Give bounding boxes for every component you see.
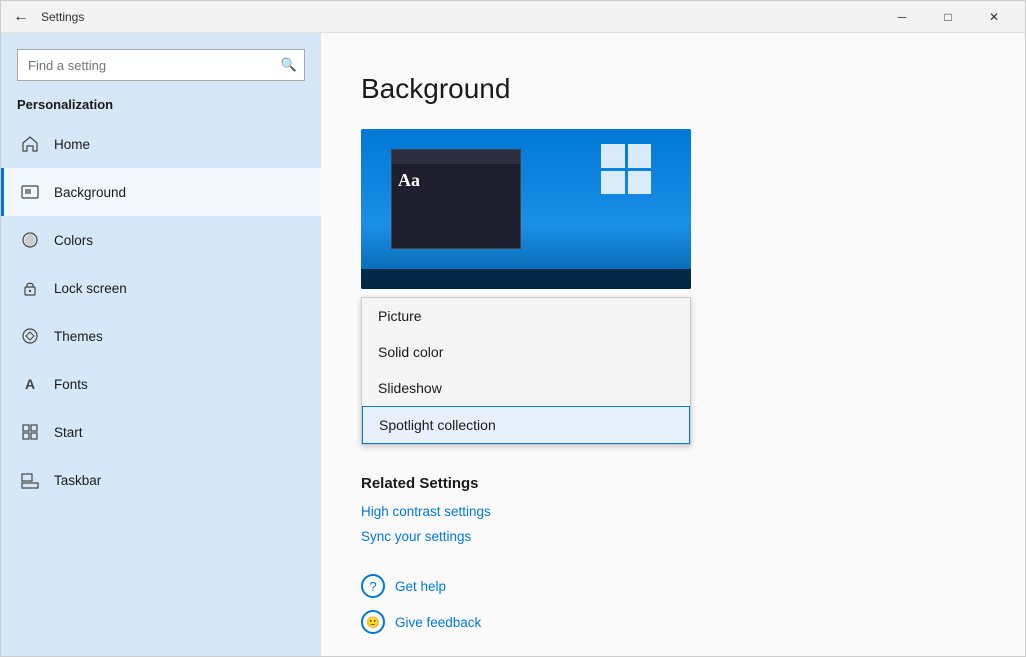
windows-logo xyxy=(601,144,651,194)
desktop-simulation: Aa xyxy=(361,129,691,289)
search-icon: 🔍 xyxy=(281,57,297,73)
sidebar-item-background[interactable]: Background xyxy=(1,168,321,216)
sidebar-item-lock-screen[interactable]: Lock screen xyxy=(1,264,321,312)
related-settings-section: Related Settings High contrast settings … xyxy=(361,475,985,544)
give-feedback-link[interactable]: Give feedback xyxy=(395,615,481,630)
get-help-item[interactable]: ? Get help xyxy=(361,574,985,598)
title-bar: ← Settings ─ □ ✕ xyxy=(1,1,1025,33)
themes-icon xyxy=(20,326,40,346)
win-quad-tr xyxy=(628,144,652,168)
dropdown-item-slideshow[interactable]: Slideshow xyxy=(362,370,690,406)
lock-screen-icon xyxy=(20,278,40,298)
related-settings-title: Related Settings xyxy=(361,475,985,492)
taskbar-icon xyxy=(20,470,40,490)
sidebar-label-home: Home xyxy=(54,137,90,152)
close-button[interactable]: ✕ xyxy=(971,1,1017,33)
home-icon xyxy=(20,134,40,154)
win-quad-bl xyxy=(601,171,625,195)
taskbar-simulation xyxy=(361,269,691,289)
sidebar-item-start[interactable]: Start xyxy=(1,408,321,456)
dropdown-item-solid-color[interactable]: Solid color xyxy=(362,334,690,370)
start-icon xyxy=(20,422,40,442)
search-container: 🔍 xyxy=(17,49,305,81)
dropdown-menu: Picture Solid color Slideshow Spotlight … xyxy=(361,297,691,445)
sidebar-item-themes[interactable]: Themes xyxy=(1,312,321,360)
dropdown-item-spotlight[interactable]: Spotlight collection xyxy=(362,406,690,444)
win-quad-tl xyxy=(601,144,625,168)
background-preview: Aa xyxy=(361,129,691,289)
settings-window: ← Settings ─ □ ✕ 🔍 Personalization Home xyxy=(0,0,1026,657)
sidebar-item-colors[interactable]: Colors xyxy=(1,216,321,264)
sidebar-label-colors: Colors xyxy=(54,233,93,248)
help-section: ? Get help 🙂 Give feedback xyxy=(361,574,985,634)
sidebar: 🔍 Personalization Home Background xyxy=(1,33,321,656)
sidebar-item-taskbar[interactable]: Taskbar xyxy=(1,456,321,504)
sidebar-label-start: Start xyxy=(54,425,83,440)
dropdown-item-picture[interactable]: Picture xyxy=(362,298,690,334)
high-contrast-link[interactable]: High contrast settings xyxy=(361,504,985,519)
get-help-icon: ? xyxy=(361,574,385,598)
back-button[interactable]: ← xyxy=(9,6,33,28)
background-type-dropdown: Picture Solid color Slideshow Spotlight … xyxy=(361,297,691,445)
sync-settings-link[interactable]: Sync your settings xyxy=(361,529,985,544)
sim-titlebar xyxy=(392,150,520,164)
sidebar-label-fonts: Fonts xyxy=(54,377,88,392)
sidebar-label-themes: Themes xyxy=(54,329,103,344)
sidebar-item-home[interactable]: Home xyxy=(1,120,321,168)
get-help-link[interactable]: Get help xyxy=(395,579,446,594)
give-feedback-icon: 🙂 xyxy=(361,610,385,634)
aa-text: Aa xyxy=(398,170,420,190)
sidebar-item-fonts[interactable]: A Fonts xyxy=(1,360,321,408)
search-input[interactable] xyxy=(17,49,305,81)
title-bar-controls: ─ □ ✕ xyxy=(879,1,1017,33)
win-quad-br xyxy=(628,171,652,195)
sidebar-label-taskbar: Taskbar xyxy=(54,473,101,488)
sidebar-label-lock-screen: Lock screen xyxy=(54,281,127,296)
colors-icon xyxy=(20,230,40,250)
page-title: Background xyxy=(361,73,985,105)
fonts-icon: A xyxy=(20,374,40,394)
window-title: Settings xyxy=(41,10,84,24)
maximize-button[interactable]: □ xyxy=(925,1,971,33)
right-panel: Background Aa xyxy=(321,33,1025,656)
title-bar-left: ← Settings xyxy=(9,6,84,28)
window-simulation: Aa xyxy=(391,149,521,249)
minimize-button[interactable]: ─ xyxy=(879,1,925,33)
section-label: Personalization xyxy=(1,93,321,120)
main-content: 🔍 Personalization Home Background xyxy=(1,33,1025,656)
background-icon xyxy=(20,182,40,202)
sim-content: Aa xyxy=(392,164,520,197)
sidebar-label-background: Background xyxy=(54,185,126,200)
give-feedback-item[interactable]: 🙂 Give feedback xyxy=(361,610,985,634)
